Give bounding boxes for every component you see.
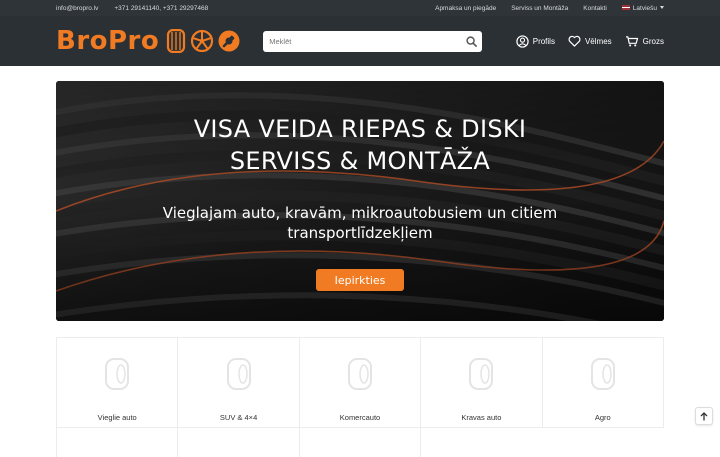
tire-icon <box>167 29 186 53</box>
wishlist-link[interactable]: Vēlmes <box>568 35 612 47</box>
hero-title-line1: VISA VEIDA RIEPAS & DISKI <box>193 115 527 143</box>
phones-link[interactable]: +371 29141140, +371 29297468 <box>114 5 208 12</box>
profile-link[interactable]: Profils <box>516 34 555 48</box>
email-link[interactable]: info@bropro.lv <box>56 5 98 12</box>
search-button[interactable] <box>460 31 482 52</box>
search-input[interactable] <box>263 30 461 52</box>
cart-icon <box>625 36 638 47</box>
topbar: info@bropro.lv +371 29141140, +371 29297… <box>0 0 720 16</box>
category-card[interactable] <box>178 427 300 457</box>
tire-placeholder-icon <box>105 358 130 390</box>
logo-text: BroPro <box>56 26 160 56</box>
arrow-up-icon <box>700 411 708 420</box>
category-card[interactable] <box>57 427 179 457</box>
topbar-link-contacts[interactable]: Kontakti <box>583 5 607 12</box>
language-label: Latviešu <box>632 4 657 12</box>
latvia-flag-icon <box>621 5 630 11</box>
category-card-truck[interactable]: Kravas auto <box>421 338 543 428</box>
category-label: Agro <box>594 413 611 422</box>
hero-title-line2: SERVISS & MONTĀŽA <box>229 147 491 175</box>
category-grid: Vieglie auto SUV & 4×4 Komercauto Kravas… <box>56 337 664 428</box>
profile-label: Profils <box>532 36 555 46</box>
search-box <box>263 30 483 52</box>
cart-link[interactable]: Grozs <box>625 35 664 47</box>
hero-subtitle: Vieglajam auto, kravām, mikroautobusiem … <box>162 204 558 242</box>
category-card-agro[interactable]: Agro <box>542 338 664 428</box>
scroll-to-top-button[interactable] <box>695 407 713 425</box>
search-icon <box>466 35 477 47</box>
shop-button[interactable]: Iepirkties <box>316 269 404 291</box>
hero-banner: VISA VEIDA RIEPAS & DISKI SERVISS & MONT… <box>56 81 664 321</box>
tire-placeholder-icon <box>590 358 615 390</box>
wishlist-label: Vēlmes <box>584 36 612 46</box>
cart-label: Grozs <box>642 36 664 46</box>
category-label: Komercauto <box>339 413 381 422</box>
header-nav: Profils Vēlmes Grozs <box>516 34 664 48</box>
category-card[interactable] <box>300 427 421 457</box>
rim-icon <box>191 29 214 53</box>
wrench-icon <box>218 30 240 52</box>
tire-placeholder-icon <box>347 358 372 390</box>
hero-content: VISA VEIDA RIEPAS & DISKI SERVISS & MONT… <box>56 81 664 321</box>
category-label: SUV & 4×4 <box>219 413 258 422</box>
header: BroPro Meklēt Profils Vēlmes Grozs <box>0 16 720 66</box>
category-card-commercial[interactable]: Komercauto <box>299 338 422 428</box>
category-grid-row2 <box>56 427 421 457</box>
tire-placeholder-icon <box>469 358 494 390</box>
heart-icon <box>568 35 581 47</box>
category-label: Kravas auto <box>461 413 502 422</box>
category-card-suv[interactable]: SUV & 4×4 <box>178 338 300 428</box>
user-icon <box>516 34 529 48</box>
topbar-link-delivery[interactable]: Apmaksa un piegāde <box>435 5 496 12</box>
tire-placeholder-icon <box>226 358 251 390</box>
topbar-link-service[interactable]: Serviss un Montāža <box>511 5 568 12</box>
logo[interactable]: BroPro <box>56 26 241 56</box>
language-selector[interactable]: Latviešu <box>621 4 664 12</box>
caret-down-icon <box>660 6 664 10</box>
category-label: Vieglie auto <box>97 413 137 422</box>
category-card-passenger[interactable]: Vieglie auto <box>57 338 179 428</box>
